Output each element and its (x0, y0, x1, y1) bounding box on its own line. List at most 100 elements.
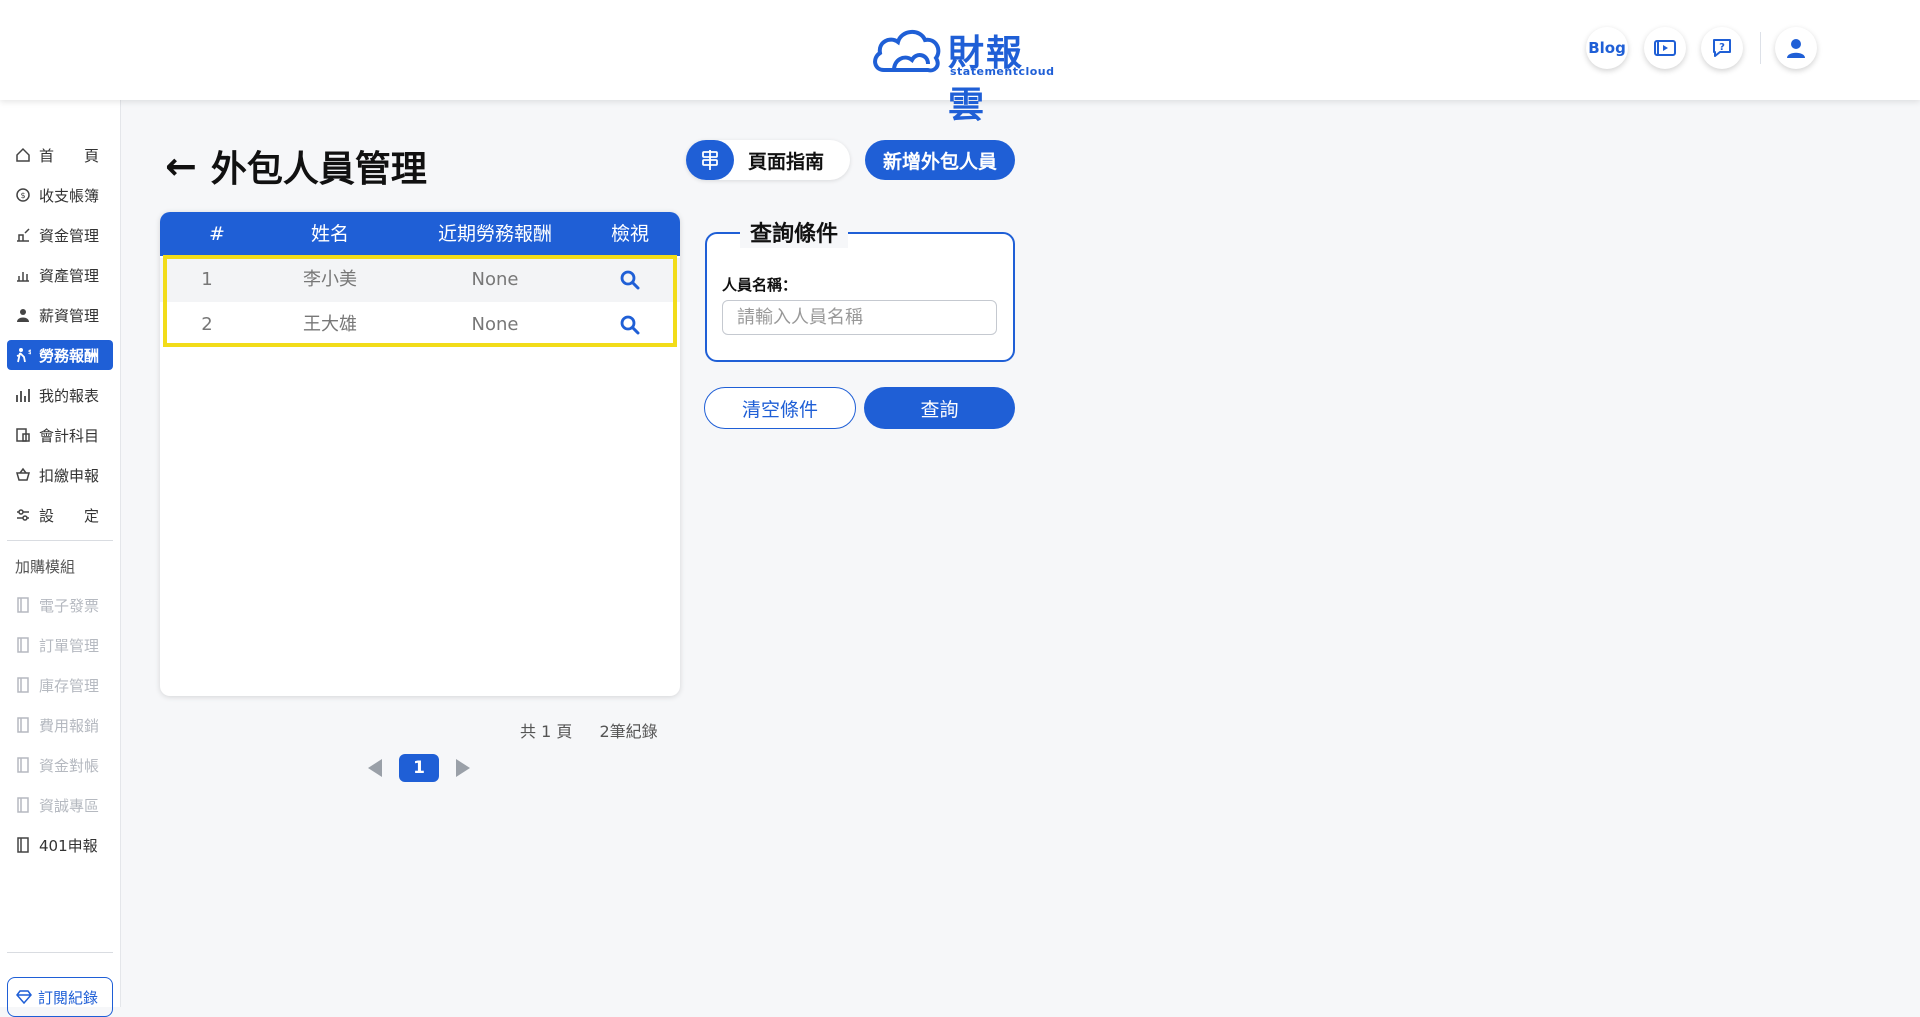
salary-icon (15, 307, 31, 323)
sidebar-item-label: 收支帳簿 (39, 186, 100, 205)
tutorial-video-button[interactable] (1644, 27, 1686, 69)
sidebar-item-settings[interactable]: 設 定 (7, 500, 113, 530)
brand-logo[interactable]: 財報雲 statementcloud (870, 22, 1054, 126)
sidebar-addon-401[interactable]: 401申報 (7, 830, 113, 860)
page-number-button[interactable]: 1 (399, 754, 439, 782)
sidebar-addon-reconciliation[interactable]: 資金對帳 (7, 750, 113, 780)
book-icon (15, 597, 31, 613)
sidebar-divider (7, 952, 113, 953)
sidebar-item-label: 我的報表 (39, 386, 100, 405)
signpost-icon (686, 140, 734, 180)
add-contractor-button[interactable]: 新增外包人員 (865, 140, 1015, 180)
ledger-icon: $ (15, 187, 31, 203)
next-page-icon[interactable] (456, 759, 470, 777)
page-guide-label: 頁面指南 (748, 150, 825, 173)
view-button[interactable] (580, 303, 680, 347)
svg-text:$: $ (28, 349, 31, 356)
column-header-recent-pay: 近期勞務報酬 (437, 223, 552, 245)
sidebar-item-label: 勞務報酬 (39, 346, 100, 365)
funds-icon (15, 227, 31, 243)
sidebar-addon-expenses[interactable]: 費用報銷 (7, 710, 113, 740)
accounts-icon (15, 427, 31, 443)
table-row: 2 王大雄 None (160, 303, 680, 347)
withholding-icon (15, 467, 31, 483)
sidebar-item-label: 資金管理 (39, 226, 100, 245)
sidebar-item-labor[interactable]: $ 勞務報酬 (7, 340, 113, 370)
sidebar-item-label: 費用報銷 (39, 716, 100, 735)
sidebar-addon-einvoice[interactable]: 電子發票 (7, 590, 113, 620)
page-guide-button[interactable]: 頁面指南 (686, 140, 850, 180)
labor-icon: $ (15, 347, 31, 363)
sidebar-item-label: 資誠專區 (39, 796, 100, 815)
video-book-icon (1654, 40, 1676, 56)
pagination-info: 共 1 頁 2筆紀錄 (520, 718, 680, 742)
sidebar-addon-pwc[interactable]: 資誠專區 (7, 790, 113, 820)
table-header: # 姓名 近期勞務報酬 檢視 (160, 212, 680, 256)
sidebar-item-withholding[interactable]: 扣繳申報 (7, 460, 113, 490)
user-avatar-icon (1787, 39, 1805, 58)
page-title-text: 外包人員管理 (210, 149, 427, 190)
sidebar-item-label: 401申報 (39, 836, 98, 855)
sidebar-item-funds[interactable]: 資金管理 (7, 220, 113, 250)
sidebar-item-salary[interactable]: 薪資管理 (7, 300, 113, 330)
column-header-index: # (209, 223, 225, 245)
blog-label: Blog (1588, 39, 1626, 57)
diamond-icon (16, 990, 32, 1004)
book-icon (15, 677, 31, 693)
row-index: 2 (201, 314, 213, 335)
blog-button[interactable]: Blog (1586, 27, 1628, 69)
user-menu-button[interactable] (1775, 27, 1817, 69)
row-name: 李小美 (303, 269, 357, 290)
report-icon (15, 387, 31, 403)
contractor-table: # 姓名 近期勞務報酬 檢視 1 李小美 None 2 王大雄 None (160, 212, 680, 696)
help-chat-icon: ? (1713, 39, 1731, 57)
subscription-button[interactable]: 訂閱紀錄 (7, 977, 113, 1017)
sidebar-item-label: 薪資管理 (39, 306, 100, 325)
top-bar: 財報雲 statementcloud Blog ? (0, 0, 1920, 126)
addon-heading: 加購模組 (15, 558, 76, 576)
page-title: ← 外包人員管理 (165, 140, 427, 192)
sidebar-item-home[interactable]: 首 頁 (7, 140, 113, 170)
sidebar-item-reports[interactable]: 我的報表 (7, 380, 113, 410)
svg-text:?: ? (1719, 42, 1725, 53)
name-field-label: 人員名稱： (722, 276, 798, 294)
sidebar-addon-orders[interactable]: 訂單管理 (7, 630, 113, 660)
table-row: 1 李小美 None (160, 258, 680, 302)
sidebar-item-label: 資產管理 (39, 266, 100, 285)
query-panel-title: 查詢條件 (740, 216, 849, 248)
name-search-input[interactable] (722, 300, 997, 335)
row-recent-pay: None (471, 269, 519, 290)
subscription-label: 訂閱紀錄 (38, 988, 99, 1007)
search-button[interactable]: 查詢 (864, 387, 1015, 429)
back-arrow-icon[interactable]: ← (165, 144, 197, 188)
view-button[interactable] (580, 258, 680, 302)
pagination: 1 (368, 754, 470, 782)
book-icon (15, 797, 31, 813)
help-chat-button[interactable]: ? (1701, 27, 1743, 69)
cloud-logo-icon (873, 30, 941, 73)
sidebar-item-accounts[interactable]: 會計科目 (7, 420, 113, 450)
home-icon (15, 147, 31, 163)
search-icon (620, 270, 640, 290)
header-divider (1760, 32, 1761, 64)
sidebar: 首 頁 $ 收支帳簿 資金管理 資產管理 薪資管理 $ 勞務報酬 我的報表 會計… (0, 100, 121, 1007)
settings-icon (15, 507, 31, 523)
sidebar-item-label: 首 頁 (39, 146, 100, 165)
svg-text:$: $ (20, 191, 25, 200)
sidebar-item-ledger[interactable]: $ 收支帳簿 (7, 180, 113, 210)
assets-icon (15, 267, 31, 283)
sidebar-item-label: 會計科目 (39, 426, 100, 445)
page-count-text: 共 1 頁 (520, 722, 573, 741)
previous-page-icon[interactable] (368, 759, 382, 777)
sidebar-item-label: 電子發票 (39, 596, 100, 615)
row-name: 王大雄 (303, 314, 357, 335)
sidebar-item-label: 庫存管理 (39, 676, 100, 695)
sidebar-item-label: 資金對帳 (39, 756, 100, 775)
sidebar-item-assets[interactable]: 資產管理 (7, 260, 113, 290)
clear-conditions-button[interactable]: 清空條件 (704, 387, 856, 429)
sidebar-addon-inventory[interactable]: 庫存管理 (7, 670, 113, 700)
column-header-view: 檢視 (610, 223, 649, 245)
brand-subtitle: statementcloud (950, 65, 1055, 78)
record-count-text: 2筆紀錄 (599, 722, 658, 741)
query-panel (705, 232, 1015, 362)
